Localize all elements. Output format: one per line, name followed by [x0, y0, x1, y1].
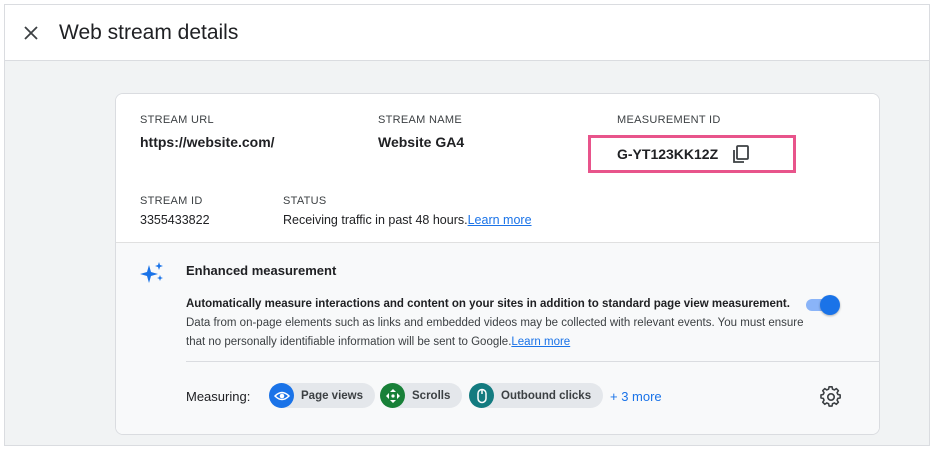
measurement-id-highlight: G-YT123KK12Z — [588, 135, 796, 173]
mouse-icon — [469, 383, 494, 408]
more-link[interactable]: + 3 more — [610, 389, 662, 404]
copy-icon — [733, 145, 750, 163]
enhanced-measurement-description: Automatically measure interactions and c… — [186, 295, 806, 352]
chip-label: Page views — [301, 389, 364, 402]
chip-outbound-clicks[interactable]: Outbound clicks — [469, 383, 604, 408]
enhanced-measurement-toggle[interactable] — [804, 295, 840, 315]
eye-icon — [269, 383, 294, 408]
web-stream-details-panel: Web stream details STREAM URL https://we… — [4, 4, 930, 446]
close-icon — [24, 25, 38, 40]
stream-url-label: STREAM URL — [140, 114, 214, 126]
status-label: STATUS — [283, 195, 327, 207]
copy-button[interactable] — [730, 143, 752, 165]
scroll-icon — [380, 383, 405, 408]
status-value: Receiving traffic in past 48 hours.Learn… — [283, 213, 532, 227]
description-learn-more-link[interactable]: Learn more — [511, 336, 570, 348]
chip-label: Outbound clicks — [501, 389, 592, 402]
measuring-label: Measuring: — [186, 389, 251, 404]
stream-id-label: STREAM ID — [140, 195, 203, 207]
divider — [186, 361, 879, 362]
enhanced-measurement-title: Enhanced measurement — [186, 263, 337, 278]
stream-name-value: Website GA4 — [378, 134, 465, 150]
stream-name-label: STREAM NAME — [378, 114, 462, 126]
status-learn-more-link[interactable]: Learn more — [468, 213, 532, 227]
page-title: Web stream details — [59, 20, 239, 44]
chip-page-views[interactable]: Page views — [269, 383, 376, 408]
stream-info-section: STREAM URL https://website.com/ STREAM N… — [116, 94, 879, 242]
stream-card: STREAM URL https://website.com/ STREAM N… — [115, 93, 880, 435]
measurement-id-label: MEASUREMENT ID — [617, 114, 721, 126]
gear-icon[interactable] — [820, 386, 842, 408]
sparkle-icon — [140, 262, 163, 283]
close-button[interactable] — [19, 21, 43, 45]
chip-scrolls[interactable]: Scrolls — [380, 383, 463, 408]
description-text: Data from on-page elements such as links… — [186, 317, 804, 348]
status-text: Receiving traffic in past 48 hours. — [283, 213, 468, 227]
stream-id-value: 3355433822 — [140, 213, 210, 227]
chip-label: Scrolls — [412, 389, 451, 402]
top-bar: Web stream details — [5, 5, 929, 61]
measurement-id-value: G-YT123KK12Z — [617, 146, 719, 162]
stream-url-value: https://website.com/ — [140, 134, 275, 150]
enhanced-measurement-section: Enhanced measurement Automatically measu… — [116, 242, 879, 434]
toggle-knob — [820, 295, 840, 315]
description-bold: Automatically measure interactions and c… — [186, 298, 790, 310]
